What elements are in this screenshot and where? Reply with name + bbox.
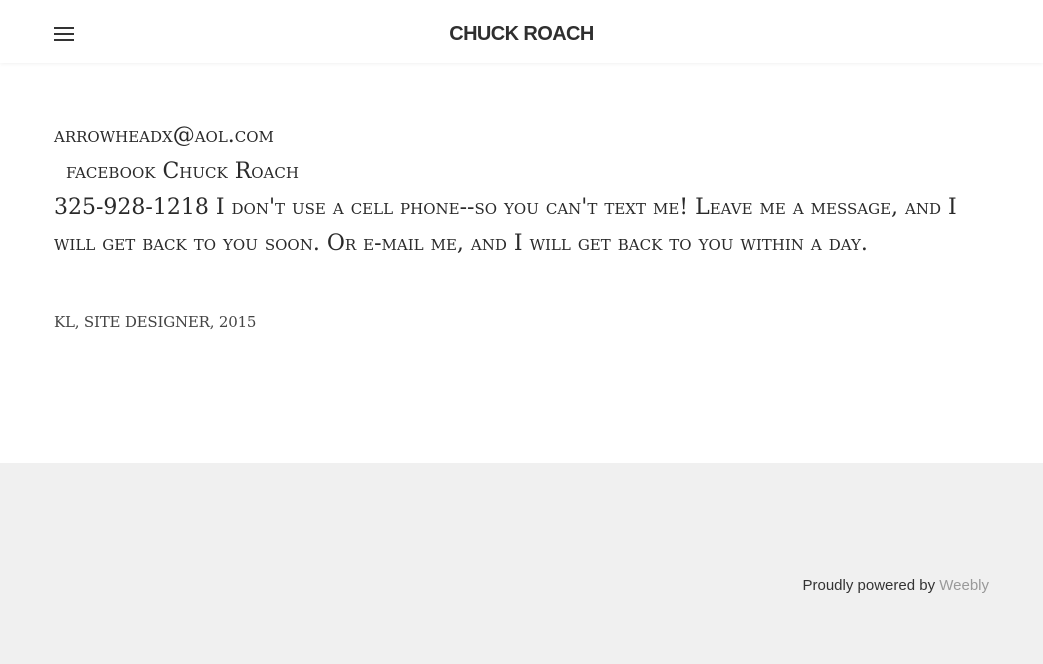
site-title-link[interactable]: CHUCK ROACH bbox=[0, 22, 1043, 46]
email-link[interactable]: arrowheadx@aol.com bbox=[54, 123, 274, 148]
weebly-link[interactable]: Weebly bbox=[939, 577, 989, 594]
site-designer-credit: KL, SITE DESIGNER, 2015 bbox=[54, 313, 257, 331]
facebook-link[interactable]: facebook Chuck Roach bbox=[66, 159, 299, 184]
contact-paragraph: 325-928-1218 I don't use a cell phone--s… bbox=[54, 195, 957, 256]
powered-by-text: Proudly powered by Weebly bbox=[803, 577, 990, 594]
facebook-line: facebook Chuck Roach bbox=[54, 154, 994, 190]
main-content: arrowheadx@aol.com facebook Chuck Roach … bbox=[54, 118, 994, 262]
site-header: CHUCK ROACH bbox=[0, 0, 1043, 63]
site-footer: Proudly powered by Weebly bbox=[0, 463, 1043, 664]
email-line: arrowheadx@aol.com bbox=[54, 118, 994, 154]
powered-by-label: Proudly powered by bbox=[802, 577, 936, 594]
